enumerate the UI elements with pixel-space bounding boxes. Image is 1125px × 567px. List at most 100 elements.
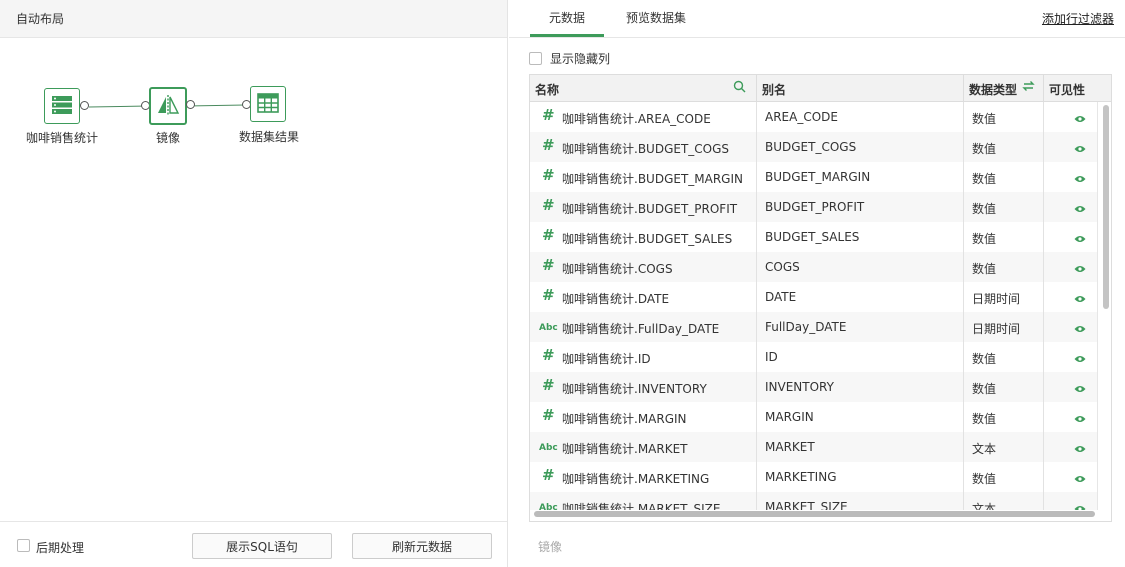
eye-icon[interactable] [1074, 112, 1086, 126]
auto-layout-header[interactable]: 自动布局 [0, 0, 507, 38]
type-cell[interactable]: 数值 [964, 402, 1044, 432]
alias-cell[interactable]: FullDay_DATE [757, 312, 964, 342]
tab-metadata[interactable]: 元数据 [530, 0, 604, 37]
type-cell[interactable]: 数值 [964, 162, 1044, 192]
type-cell[interactable]: 日期时间 [964, 282, 1044, 312]
type-cell[interactable]: 数值 [964, 462, 1044, 492]
show-hidden-checkbox[interactable] [529, 52, 542, 65]
table-row[interactable]: # 咖啡销售统计.ID ID 数值 [530, 342, 1097, 372]
add-row-filter-link[interactable]: 添加行过滤器 [1042, 10, 1114, 27]
column-header-type[interactable]: 数据类型 [964, 75, 1044, 102]
column-header-alias[interactable]: 别名 [757, 75, 964, 102]
name-cell[interactable]: # 咖啡销售统计.BUDGET_COGS [530, 132, 757, 162]
name-cell[interactable]: # 咖啡销售统计.MARKETING [530, 462, 757, 492]
visible-cell[interactable] [1044, 312, 1097, 342]
type-cell[interactable]: 数值 [964, 222, 1044, 252]
column-header-name[interactable]: 名称 [530, 75, 757, 102]
refresh-metadata-button[interactable]: 刷新元数据 [352, 533, 492, 559]
alias-cell[interactable]: BUDGET_PROFIT [757, 192, 964, 222]
table-row[interactable]: # 咖啡销售统计.BUDGET_COGS BUDGET_COGS 数值 [530, 132, 1097, 162]
visible-cell[interactable] [1044, 342, 1097, 372]
name-cell[interactable]: # 咖啡销售统计.AREA_CODE [530, 102, 757, 132]
table-row[interactable]: Abc 咖啡销售统计.FullDay_DATE FullDay_DATE 日期时间 [530, 312, 1097, 342]
table-row[interactable]: Abc 咖啡销售统计.MARKET_SIZE MARKET_SIZE 文本 [530, 492, 1097, 510]
type-cell[interactable]: 数值 [964, 102, 1044, 132]
alias-cell[interactable]: MARKETING [757, 462, 964, 492]
table-row[interactable]: # 咖啡销售统计.INVENTORY INVENTORY 数值 [530, 372, 1097, 402]
type-cell[interactable]: 数值 [964, 252, 1044, 282]
visible-cell[interactable] [1044, 162, 1097, 192]
name-cell[interactable]: Abc 咖啡销售统计.MARKET_SIZE [530, 492, 757, 510]
result-node[interactable] [250, 86, 286, 122]
name-cell[interactable]: # 咖啡销售统计.DATE [530, 282, 757, 312]
visible-cell[interactable] [1044, 492, 1097, 510]
tab-preview-dataset[interactable]: 预览数据集 [617, 0, 695, 37]
source-node[interactable] [44, 88, 80, 124]
table-row[interactable]: # 咖啡销售统计.DATE DATE 日期时间 [530, 282, 1097, 312]
table-row[interactable]: # 咖啡销售统计.BUDGET_SALES BUDGET_SALES 数值 [530, 222, 1097, 252]
type-cell[interactable]: 文本 [964, 492, 1044, 510]
alias-cell[interactable]: MARKET [757, 432, 964, 462]
table-row[interactable]: # 咖啡销售统计.AREA_CODE AREA_CODE 数值 [530, 102, 1097, 132]
eye-icon[interactable] [1074, 172, 1086, 186]
column-header-visible[interactable]: 可见性 [1044, 75, 1111, 102]
eye-icon[interactable] [1074, 472, 1086, 486]
search-icon[interactable] [733, 80, 746, 96]
alias-cell[interactable]: ID [757, 342, 964, 372]
table-row[interactable]: # 咖啡销售统计.MARGIN MARGIN 数值 [530, 402, 1097, 432]
name-cell[interactable]: # 咖啡销售统计.COGS [530, 252, 757, 282]
show-hidden-columns[interactable]: 显示隐藏列 [529, 50, 610, 67]
name-cell[interactable]: # 咖啡销售统计.BUDGET_SALES [530, 222, 757, 252]
visible-cell[interactable] [1044, 252, 1097, 282]
name-cell[interactable]: # 咖啡销售统计.BUDGET_MARGIN [530, 162, 757, 192]
name-cell[interactable]: # 咖啡销售统计.BUDGET_PROFIT [530, 192, 757, 222]
eye-icon[interactable] [1074, 262, 1086, 276]
visible-cell[interactable] [1044, 462, 1097, 492]
name-cell[interactable]: # 咖啡销售统计.ID [530, 342, 757, 372]
name-cell[interactable]: Abc 咖啡销售统计.MARKET [530, 432, 757, 462]
name-cell[interactable]: Abc 咖啡销售统计.FullDay_DATE [530, 312, 757, 342]
alias-cell[interactable]: INVENTORY [757, 372, 964, 402]
visible-cell[interactable] [1044, 132, 1097, 162]
type-cell[interactable]: 数值 [964, 132, 1044, 162]
eye-icon[interactable] [1074, 382, 1086, 396]
eye-icon[interactable] [1074, 442, 1086, 456]
post-process-checkbox[interactable] [17, 539, 30, 552]
visible-cell[interactable] [1044, 192, 1097, 222]
visible-cell[interactable] [1044, 222, 1097, 252]
eye-icon[interactable] [1074, 202, 1086, 216]
visible-cell[interactable] [1044, 282, 1097, 312]
output-port[interactable] [80, 101, 89, 110]
horizontal-scrollbar[interactable] [534, 511, 1095, 517]
type-cell[interactable]: 数值 [964, 342, 1044, 372]
alias-cell[interactable]: BUDGET_MARGIN [757, 162, 964, 192]
table-row[interactable]: # 咖啡销售统计.MARKETING MARKETING 数值 [530, 462, 1097, 492]
eye-icon[interactable] [1074, 352, 1086, 366]
eye-icon[interactable] [1074, 142, 1086, 156]
eye-icon[interactable] [1074, 502, 1086, 510]
mirror-node[interactable] [149, 87, 187, 125]
vertical-scrollbar-track[interactable] [1097, 102, 1111, 510]
type-cell[interactable]: 数值 [964, 192, 1044, 222]
type-cell[interactable]: 日期时间 [964, 312, 1044, 342]
show-sql-button[interactable]: 展示SQL语句 [192, 533, 332, 559]
alias-cell[interactable]: MARKET_SIZE [757, 492, 964, 510]
alias-cell[interactable]: MARGIN [757, 402, 964, 432]
eye-icon[interactable] [1074, 232, 1086, 246]
type-cell[interactable]: 数值 [964, 372, 1044, 402]
visible-cell[interactable] [1044, 402, 1097, 432]
alias-cell[interactable]: DATE [757, 282, 964, 312]
refresh-type-icon[interactable] [1022, 80, 1035, 95]
alias-cell[interactable]: COGS [757, 252, 964, 282]
flow-canvas[interactable]: 咖啡销售统计 镜像 数据集结果 [0, 38, 507, 521]
eye-icon[interactable] [1074, 322, 1086, 336]
name-cell[interactable]: # 咖啡销售统计.MARGIN [530, 402, 757, 432]
eye-icon[interactable] [1074, 292, 1086, 306]
visible-cell[interactable] [1044, 372, 1097, 402]
visible-cell[interactable] [1044, 102, 1097, 132]
visible-cell[interactable] [1044, 432, 1097, 462]
name-cell[interactable]: # 咖啡销售统计.INVENTORY [530, 372, 757, 402]
vertical-scrollbar-thumb[interactable] [1103, 105, 1109, 309]
alias-cell[interactable]: BUDGET_COGS [757, 132, 964, 162]
table-row[interactable]: # 咖啡销售统计.COGS COGS 数值 [530, 252, 1097, 282]
